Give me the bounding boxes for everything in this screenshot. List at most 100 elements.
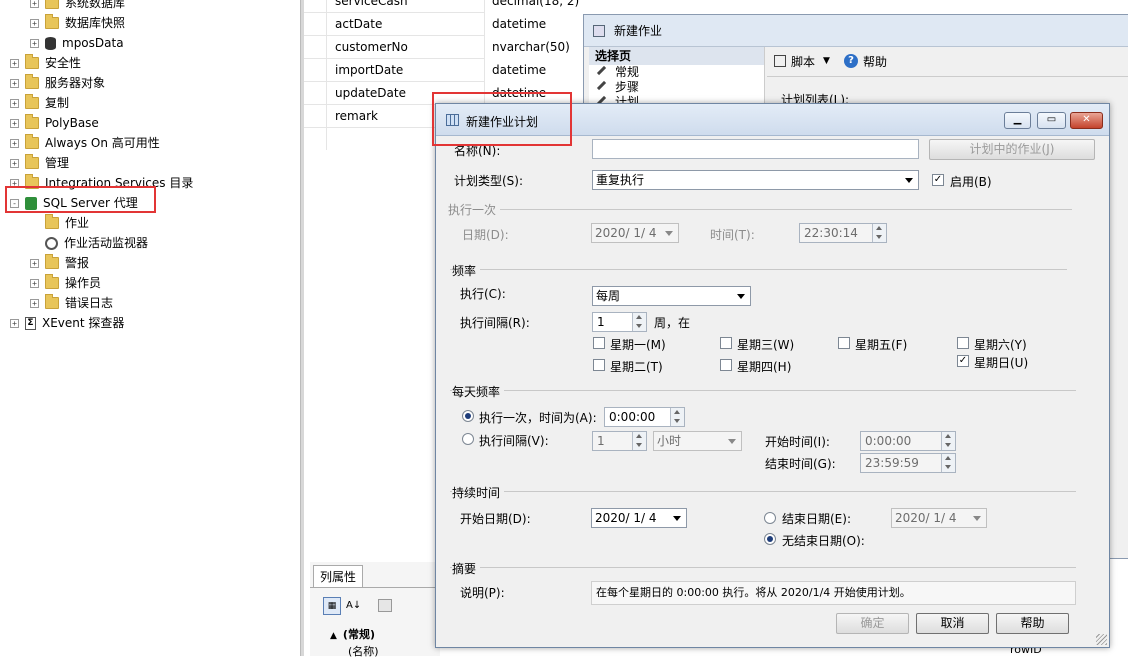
name-input[interactable] [592,139,919,159]
folder-icon [25,114,39,129]
enabled-checkbox[interactable]: ✓ [932,174,944,186]
cancel-button[interactable]: 取消 [916,613,989,634]
tree-item[interactable]: + 错误日志 [30,293,113,313]
expand-icon[interactable]: + [30,18,39,28]
no-end-date-radio[interactable] [764,533,776,545]
help-icon: ? [844,54,858,68]
column-name-cell[interactable]: serviceCash [304,0,484,13]
expand-icon[interactable]: + [30,38,39,48]
daily-once-radio[interactable] [462,410,474,422]
help-button[interactable]: 帮助 [996,613,1069,634]
expand-icon[interactable]: + [30,298,39,308]
day-checkbox-thu[interactable] [720,359,732,371]
highlight-dialog-title [432,92,572,146]
end-date-radio[interactable] [764,512,776,524]
chevron-down-icon [905,178,913,183]
day-checkbox-fri[interactable] [838,337,850,349]
help-toolbar-button[interactable]: ? 帮助 [844,52,887,70]
column-name-cell[interactable]: actDate [304,13,484,36]
recurs-input[interactable]: 1 [592,312,647,332]
expand-icon[interactable]: + [30,278,39,288]
no-end-date-label: 无结束日期(O): [782,534,865,548]
sort-az-icon[interactable]: A↓ [346,597,366,615]
maximize-button[interactable]: ▭ [1037,112,1066,129]
column-name-cell[interactable]: customerNo [304,36,484,59]
folder-icon [45,254,59,269]
tree-item[interactable]: + Always On 高可用性 [10,133,160,153]
start-date-label: 开始日期(D): [460,512,531,526]
duration-separator [450,491,1076,492]
daily-interval-input[interactable]: 1 [592,431,647,451]
tree-item-label: 错误日志 [65,296,114,310]
expand-icon[interactable]: + [10,78,19,88]
column-type-cell[interactable]: datetime [484,59,546,82]
script-button[interactable]: 脚本 ▼ [774,52,830,70]
tree-item[interactable]: + 服务器对象 [10,73,105,93]
categorized-icon[interactable]: ▦ [323,597,341,615]
tree-item[interactable]: + 数据库快照 [30,13,125,33]
once-date-picker[interactable]: 2020/ 1/ 4 [591,223,679,243]
tree-item[interactable]: + 操作员 [30,273,101,293]
tree-item[interactable]: + Σ XEvent 探查器 [10,313,124,333]
page-steps[interactable]: 步骤 [589,80,764,95]
tree-item[interactable]: + PolyBase [10,113,99,133]
close-button[interactable]: ✕ [1070,112,1103,129]
tree-item[interactable]: + 管理 [10,153,69,173]
folder-icon [45,214,59,229]
expand-icon[interactable]: + [10,98,19,108]
expand-icon[interactable]: + [30,0,39,8]
tree-item[interactable]: + mposData [30,33,124,53]
tree-item[interactable]: +作业活动监视器 [30,233,148,253]
chevron-down-icon [737,294,745,299]
day-checkbox-tue[interactable] [593,359,605,371]
once-time-input[interactable]: 22:30:14 [799,223,887,243]
daily-interval-radio[interactable] [462,433,474,445]
expand-icon[interactable]: + [10,118,19,128]
tree-item[interactable]: + 警报 [30,253,89,273]
tree-item[interactable]: + 安全性 [10,53,81,73]
tree-item[interactable]: +作业 [30,213,89,233]
folder-icon [45,274,59,289]
ok-button[interactable]: 确定 [836,613,909,634]
column-type-cell[interactable]: nvarchar(50) [484,36,570,59]
column-type-cell[interactable]: decimal(18, 2) [484,0,579,13]
expand-icon[interactable]: + [10,58,19,68]
freq-group-title: 频率 [452,262,481,279]
column-name-cell[interactable]: importDate [304,59,484,82]
description-label: 说明(P): [460,586,505,600]
tab-column-properties[interactable]: 列属性 [313,565,363,587]
daily-interval-unit-select[interactable]: 小时 [653,431,742,451]
property-pages-icon[interactable] [378,599,392,612]
expand-icon[interactable]: + [10,138,19,148]
expand-icon[interactable]: + [10,158,19,168]
start-time-value: 0:00:00 [865,434,912,448]
column-properties-panel: 列属性 ▦ A↓ ▲ (常规) (名称) [310,562,440,658]
start-time-input[interactable]: 0:00:00 [860,431,956,451]
day-checkbox-sat[interactable] [957,337,969,349]
day-checkbox-wed[interactable] [720,337,732,349]
expand-icon[interactable]: + [30,258,39,268]
wrench-icon [596,65,612,80]
minimize-button[interactable]: ▁ [1004,112,1031,129]
jobs-in-schedule-button[interactable]: 计划中的作业(J) [929,139,1095,160]
daily-separator [450,390,1076,391]
day-checkbox-mon[interactable] [593,337,605,349]
occurs-select[interactable]: 每周 [592,286,751,306]
schedule-type-select[interactable]: 重复执行 [592,170,919,190]
new-job-schedule-dialog: 新建作业计划 ▁ ▭ ✕ 名称(N): 计划中的作业(J) 计划类型(S): 重… [435,103,1110,648]
spinner-icon [670,408,684,426]
expand-icon[interactable]: + [10,318,19,328]
recurs-label: 执行间隔(R): [460,316,530,330]
tree-item[interactable]: + 复制 [10,93,69,113]
tree-item[interactable]: + 系统数据库 [30,0,125,13]
column-type-cell[interactable]: datetime [484,13,546,36]
end-date-picker[interactable]: 2020/ 1/ 4 [891,508,987,528]
start-date-picker[interactable]: 2020/ 1/ 4 [591,508,687,528]
daily-interval-label: 执行间隔(V): [479,434,549,448]
daily-once-time-input[interactable]: 0:00:00 [604,407,685,427]
resize-grip-icon[interactable] [1096,634,1107,645]
enabled-label: 启用(B) [950,175,992,189]
end-time-input[interactable]: 23:59:59 [860,453,956,473]
day-checkbox-sun[interactable]: ✓ [957,355,969,367]
page-general[interactable]: 常规 [589,65,764,80]
